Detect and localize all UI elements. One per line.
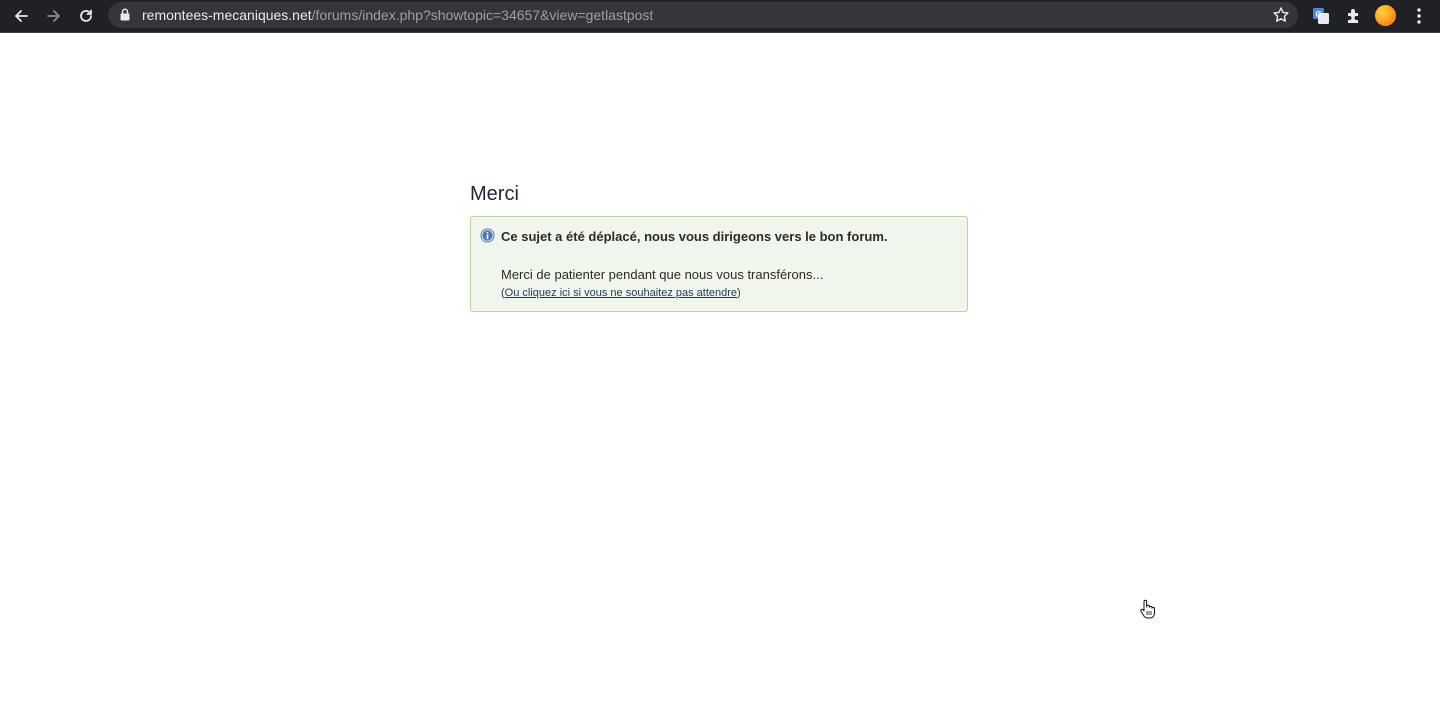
arrow-left-icon	[15, 10, 28, 22]
message-body: Merci de patienter pendant que nous vous…	[501, 267, 824, 282]
avatar[interactable]	[1375, 5, 1396, 26]
back-button[interactable]	[9, 4, 33, 28]
address-bar[interactable]: remontees-mecaniques.net/forums/index.ph…	[108, 2, 1298, 28]
message-heading: Ce sujet a été déplacé, nous vous dirige…	[501, 229, 888, 244]
translate-extension-button[interactable]: G	[1310, 5, 1332, 27]
svg-text:G: G	[1316, 10, 1322, 19]
forward-button[interactable]	[42, 4, 66, 28]
extensions-button[interactable]	[1343, 5, 1365, 27]
kebab-menu-icon	[1417, 8, 1421, 24]
browser-toolbar: remontees-mecaniques.net/forums/index.ph…	[0, 0, 1440, 33]
info-icon	[480, 228, 495, 243]
translate-icon: G	[1313, 8, 1329, 24]
arrow-right-icon	[47, 10, 60, 22]
reload-button[interactable]	[74, 4, 98, 28]
url-host: remontees-mecaniques.net	[142, 7, 312, 23]
url-text[interactable]: remontees-mecaniques.net/forums/index.ph…	[142, 2, 653, 28]
star-icon[interactable]	[1272, 6, 1290, 24]
message-link-line: (Ou cliquez ici si vous ne souhaitez pas…	[501, 287, 741, 299]
browser-menu-button[interactable]	[1408, 5, 1430, 27]
page-title: Merci	[470, 183, 519, 205]
link-close-paren: )	[737, 287, 741, 299]
puzzle-icon	[1348, 9, 1358, 23]
lock-icon[interactable]	[120, 8, 130, 21]
redirect-message-box: Ce sujet a été déplacé, nous vous dirige…	[470, 216, 968, 312]
hand-cursor-icon	[1140, 599, 1155, 619]
reload-icon	[80, 9, 92, 22]
skip-wait-link[interactable]: Ou cliquez ici si vous ne souhaitez pas …	[505, 287, 737, 299]
url-path: /forums/index.php?showtopic=34657&view=g…	[311, 7, 654, 23]
